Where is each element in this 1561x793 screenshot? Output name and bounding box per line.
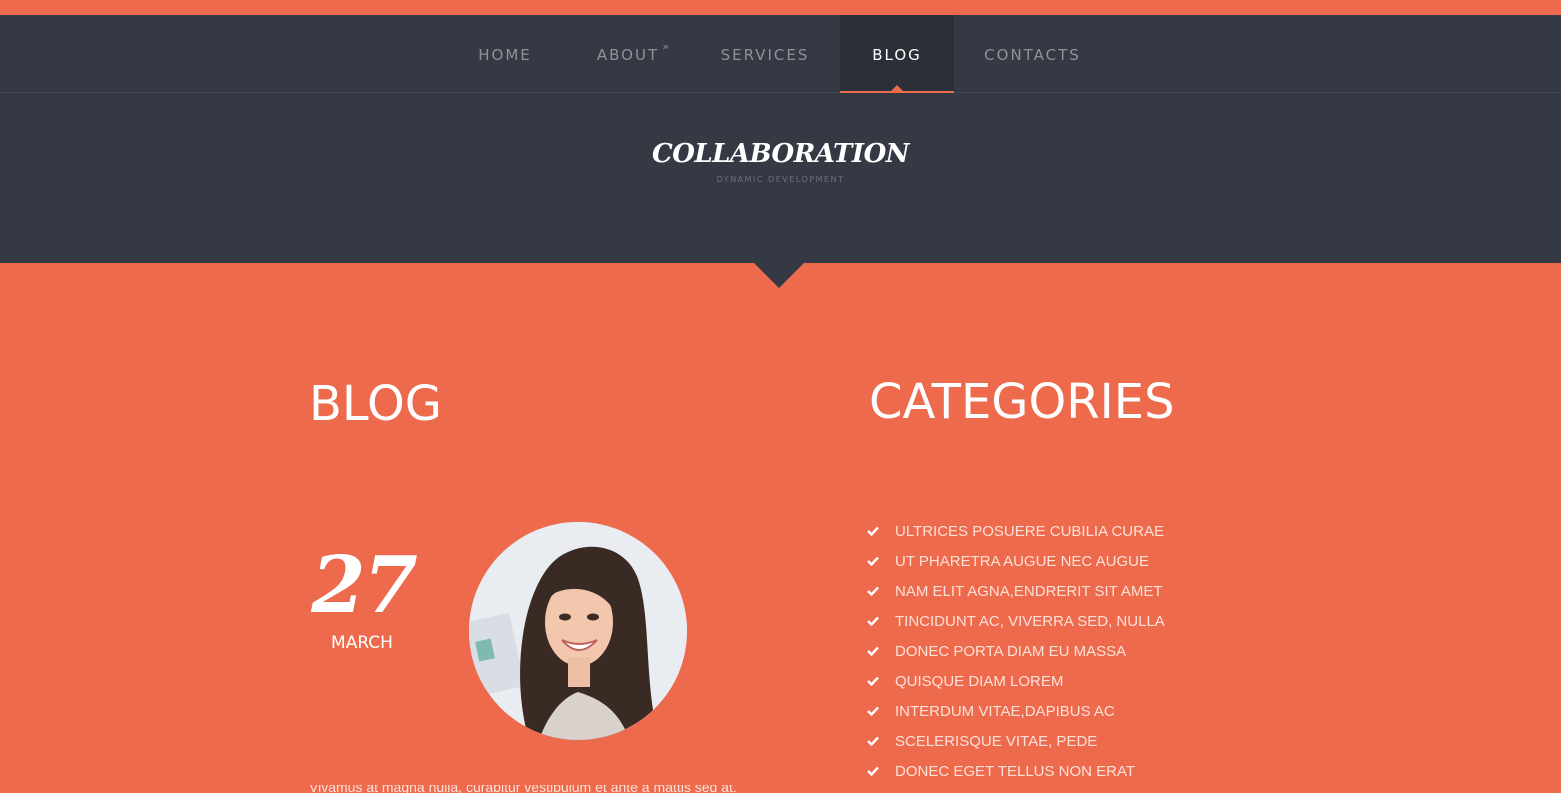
check-icon: [867, 676, 879, 686]
site-header: COLLABORATION DYNAMIC DEVELOPMENT: [0, 93, 1561, 263]
category-label: DONEC PORTA DIAM EU MASSA: [895, 642, 1127, 660]
check-icon: [867, 736, 879, 746]
site-logo[interactable]: COLLABORATION: [0, 139, 1561, 169]
category-item[interactable]: DONEC PORTA DIAM EU MASSA: [867, 636, 1165, 666]
category-item[interactable]: INTERDUM VITAE,DAPIBUS AC: [867, 696, 1165, 726]
post-date-month: MARCH: [331, 633, 393, 653]
category-label: NAM ELIT AGNA,ENDRERIT SIT AMET: [895, 582, 1163, 600]
category-label: UT PHARETRA AUGUE NEC AUGUE: [895, 552, 1149, 570]
top-accent-stripe: [0, 0, 1561, 15]
nav-item-label: ABOUT: [596, 46, 660, 64]
nav-item-label: CONTACTS: [984, 46, 1081, 64]
category-label: SCELERISQUE VITAE, PEDE: [895, 732, 1098, 750]
post-date-day: 27: [311, 540, 418, 631]
nav-item-label: SERVICES: [720, 46, 810, 64]
nav-item-about[interactable]: ABOUT »: [587, 15, 669, 93]
check-icon: [867, 766, 879, 776]
category-label: ULTRICES POSUERE CUBILIA CURAE: [895, 522, 1164, 540]
check-icon: [867, 526, 879, 536]
category-label: INTERDUM VITAE,DAPIBUS AC: [895, 702, 1115, 720]
category-item[interactable]: QUISQUE DIAM LOREM: [867, 666, 1165, 696]
check-icon: [867, 706, 879, 716]
category-item[interactable]: NAM ELIT AGNA,ENDRERIT SIT AMET: [867, 576, 1165, 606]
post-excerpt-text: Vivamus at magna nulla, curabitur vestib…: [309, 785, 737, 793]
category-label: DONEC EGET TELLUS NON ERAT: [895, 762, 1136, 780]
nav-item-blog[interactable]: BLOG: [840, 15, 954, 95]
header-down-arrow-icon: [754, 263, 804, 288]
nav-item-services[interactable]: SERVICES: [715, 15, 815, 93]
nav-item-home[interactable]: HOME: [465, 15, 545, 93]
categories-heading: CATEGORIES: [869, 374, 1175, 430]
check-icon: [867, 646, 879, 656]
nav-item-label: HOME: [478, 46, 532, 64]
active-caret-icon: [891, 85, 903, 91]
category-item[interactable]: SCELERISQUE VITAE, PEDE: [867, 726, 1165, 756]
woman-portrait-image: [469, 522, 687, 740]
submenu-indicator-icon: »: [662, 40, 670, 53]
categories-list: ULTRICES POSUERE CUBILIA CURAE UT PHARET…: [867, 516, 1165, 786]
category-item[interactable]: UT PHARETRA AUGUE NEC AUGUE: [867, 546, 1165, 576]
nav-item-contacts[interactable]: CONTACTS: [975, 15, 1090, 93]
nav-item-label: BLOG: [872, 46, 922, 64]
check-icon: [867, 556, 879, 566]
check-icon: [867, 616, 879, 626]
post-image-avatar[interactable]: [469, 522, 687, 740]
category-item[interactable]: ULTRICES POSUERE CUBILIA CURAE: [867, 516, 1165, 546]
category-item[interactable]: TINCIDUNT AC, VIVERRA SED, NULLA: [867, 606, 1165, 636]
post-excerpt: Vivamus at magna nulla, curabitur vestib…: [309, 785, 779, 793]
main-navigation: HOME ABOUT » SERVICES BLOG CONTACTS: [0, 15, 1561, 95]
check-icon: [867, 586, 879, 596]
site-tagline: DYNAMIC DEVELOPMENT: [716, 175, 845, 184]
category-label: TINCIDUNT AC, VIVERRA SED, NULLA: [895, 612, 1165, 630]
category-label: QUISQUE DIAM LOREM: [895, 672, 1064, 690]
blog-heading: BLOG: [309, 376, 442, 432]
category-item[interactable]: DONEC EGET TELLUS NON ERAT: [867, 756, 1165, 786]
